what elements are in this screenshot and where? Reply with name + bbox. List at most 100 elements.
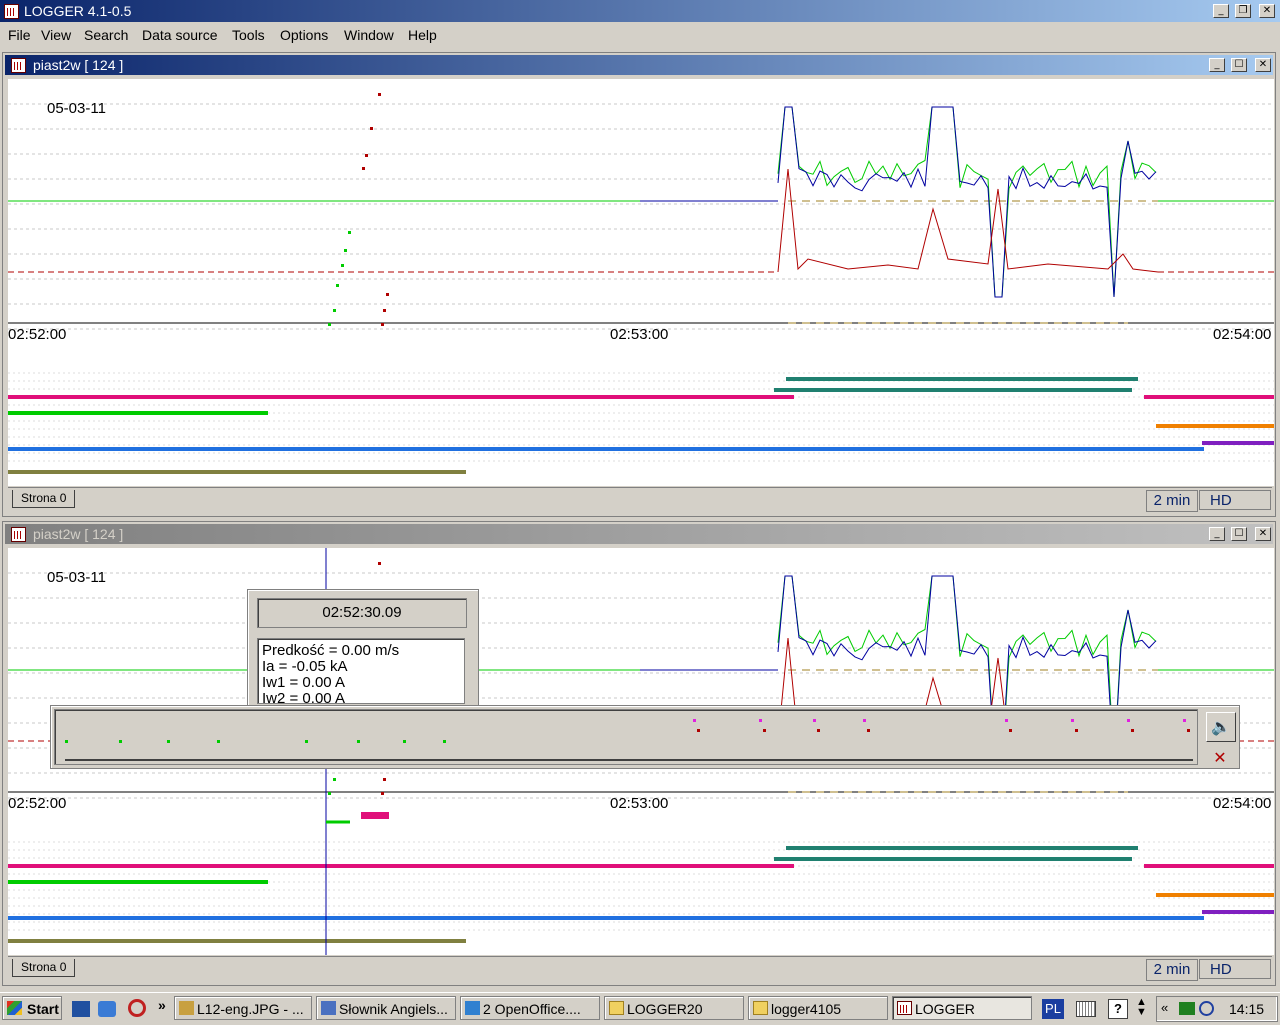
green-event — [217, 740, 220, 743]
green-marker — [333, 778, 336, 781]
red-event — [1187, 729, 1190, 732]
page-tab[interactable]: Strona 0 — [12, 959, 76, 977]
mode-box[interactable]: HD — [1199, 959, 1271, 979]
window-maximize-button[interactable]: ☐ — [1231, 527, 1247, 541]
taskbar-item[interactable]: logger4105 — [748, 996, 888, 1020]
window-icon[interactable] — [11, 527, 26, 542]
time-label-end: 02:54:00 — [1213, 795, 1272, 812]
cursor-info-panel: 02:52:30.09 Predkość = 0.00 m/s Ia = -0.… — [247, 589, 479, 709]
green-marker — [341, 264, 344, 267]
menu-tools[interactable]: Tools — [232, 27, 265, 43]
menu-data-source[interactable]: Data source — [142, 27, 217, 43]
magenta-event — [813, 719, 816, 722]
scroll-arrows-icon[interactable]: ▲ ▼ — [1136, 997, 1147, 1018]
green-event — [167, 740, 170, 743]
desktop-icon[interactable] — [72, 1001, 90, 1017]
window-minimize-button[interactable]: _ — [1209, 58, 1225, 72]
green-event — [119, 740, 122, 743]
red-marker — [365, 154, 368, 157]
taskbar-item[interactable]: 2 OpenOffice.... — [460, 996, 600, 1020]
cursor-value-line: Ia = -0.05 kA — [262, 658, 348, 675]
menu-help[interactable]: Help — [408, 27, 437, 43]
magenta-event — [693, 719, 696, 722]
taskbar-item[interactable]: Słownik Angiels... — [316, 996, 456, 1020]
event-strip-graph — [65, 719, 1193, 761]
window-title: piast2w [ 124 ] — [33, 526, 124, 542]
openoffice-icon — [465, 1001, 480, 1015]
menu-window[interactable]: Window — [344, 27, 394, 43]
time-label-start: 02:52:00 — [8, 326, 67, 343]
restore-button[interactable]: ❐ — [1235, 4, 1251, 18]
magenta-event — [1183, 719, 1186, 722]
app-titlebar: LOGGER 4.1-0.5 _ ❐ ✕ — [0, 0, 1280, 22]
plot-area[interactable]: 05-03-11 02:52:00 02:53:00 02:54:00 — [8, 79, 1274, 486]
help-icon[interactable]: ? — [1108, 999, 1128, 1019]
red-marker — [370, 127, 373, 130]
opera-icon[interactable] — [128, 999, 146, 1017]
chevron-right-icon[interactable]: » — [158, 997, 166, 1013]
ie-icon[interactable] — [98, 1001, 116, 1017]
green-marker — [328, 323, 331, 326]
menu-search[interactable]: Search — [84, 27, 128, 43]
close-icon[interactable]: ✕ — [1209, 750, 1231, 766]
window-close-button[interactable]: ✕ — [1255, 58, 1271, 72]
app-title: LOGGER 4.1-0.5 — [24, 3, 132, 19]
green-event — [357, 740, 360, 743]
window-icon[interactable] — [11, 58, 26, 73]
red-event — [867, 729, 870, 732]
network-icon[interactable] — [1179, 1002, 1195, 1015]
taskbar-item-active[interactable]: LOGGER — [892, 996, 1032, 1020]
signal-plot[interactable] — [8, 79, 1274, 486]
magenta-event — [1071, 719, 1074, 722]
taskbar-item[interactable]: L12-eng.JPG - ... — [174, 996, 312, 1020]
time-label-mid: 02:53:00 — [610, 795, 669, 812]
time-label-end: 02:54:00 — [1213, 326, 1272, 343]
time-range-box[interactable]: 2 min — [1146, 959, 1198, 981]
menu-file[interactable]: File — [8, 27, 31, 43]
event-strip-panel[interactable]: 🔈 ✕ — [50, 705, 1240, 769]
taskbar-item[interactable]: LOGGER20 — [604, 996, 744, 1020]
page-tab-bar: Strona 0 2 min HD — [8, 956, 1272, 981]
chart-window-titlebar[interactable]: piast2w [ 124 ] _ ☐ ✕ — [5, 55, 1273, 75]
window-maximize-button[interactable]: ☐ — [1231, 58, 1247, 72]
cursor-time: 02:52:30.09 — [257, 598, 467, 628]
window-close-button[interactable]: ✕ — [1255, 527, 1271, 541]
magenta-event — [759, 719, 762, 722]
green-event — [443, 740, 446, 743]
time-label-mid: 02:53:00 — [610, 326, 669, 343]
language-indicator[interactable]: PL — [1042, 999, 1064, 1019]
mode-box[interactable]: HD — [1199, 490, 1271, 510]
red-marker — [381, 792, 384, 795]
green-event — [65, 740, 68, 743]
red-event — [817, 729, 820, 732]
folder-icon — [609, 1001, 624, 1015]
red-event — [1075, 729, 1078, 732]
clock-sync-icon[interactable] — [1199, 1001, 1214, 1016]
red-event — [1009, 729, 1012, 732]
show-hidden-icons-icon[interactable]: « — [1161, 1000, 1168, 1015]
green-event — [305, 740, 308, 743]
red-event — [697, 729, 700, 732]
red-marker — [378, 93, 381, 96]
clock[interactable]: 14:15 — [1229, 1001, 1264, 1017]
cursor-value-line: Iw2 = 0.00 A — [262, 690, 345, 704]
event-strip[interactable] — [54, 709, 1198, 765]
minimize-button[interactable]: _ — [1213, 4, 1229, 18]
page-tab[interactable]: Strona 0 — [12, 490, 76, 508]
time-range-box[interactable]: 2 min — [1146, 490, 1198, 512]
plot-date: 05-03-11 — [47, 100, 106, 117]
folder-icon — [753, 1001, 768, 1015]
chart-window-1[interactable]: piast2w [ 124 ] _ ☐ ✕ 05-03-11 02:52:00 … — [2, 52, 1276, 517]
time-label-start: 02:52:00 — [8, 795, 67, 812]
chart-window-titlebar[interactable]: piast2w [ 124 ] _ ☐ ✕ — [5, 524, 1273, 544]
menu-view[interactable]: View — [41, 27, 71, 43]
menu-options[interactable]: Options — [280, 27, 328, 43]
start-button[interactable]: Start — [2, 996, 62, 1020]
keyboard-icon[interactable] — [1076, 1001, 1096, 1017]
logger-app-icon[interactable] — [4, 4, 19, 19]
speaker-icon[interactable]: 🔈 — [1206, 712, 1236, 742]
green-marker — [328, 792, 331, 795]
window-minimize-button[interactable]: _ — [1209, 527, 1225, 541]
close-button[interactable]: ✕ — [1259, 4, 1275, 18]
browser-icon — [321, 1001, 336, 1015]
